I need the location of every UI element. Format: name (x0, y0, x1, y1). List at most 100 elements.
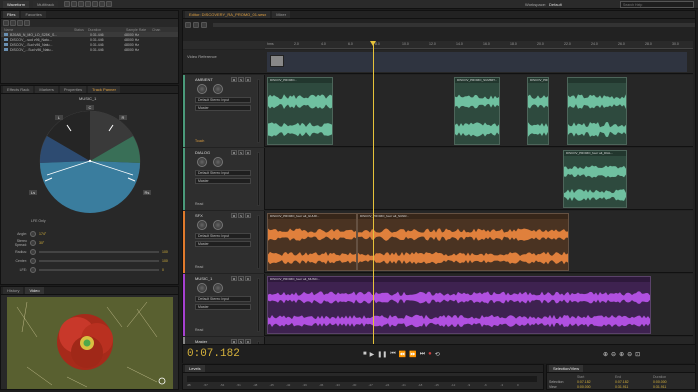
automation-mode[interactable]: Read (195, 202, 203, 206)
track-input-select[interactable]: Default Stereo Input (195, 296, 251, 302)
lasso-tool-icon[interactable] (99, 1, 105, 7)
track-input-select[interactable]: Default Stereo Input (195, 97, 251, 103)
track-name[interactable]: MUSIC_1 (195, 276, 212, 281)
move-tool-icon[interactable] (64, 1, 70, 7)
volume-knob[interactable] (197, 84, 207, 94)
arm-record-button[interactable]: R (245, 77, 251, 82)
play-icon[interactable]: ▶ (370, 351, 375, 358)
track-name[interactable]: AMBIENT (195, 77, 213, 82)
tab-favorites[interactable]: Favorites (21, 11, 46, 18)
solo-button[interactable]: S (238, 276, 244, 281)
audio-clip[interactable]: DISCOV_PROMO_fourr alt_DIAL... (563, 150, 627, 208)
zoom-in-time-icon[interactable]: ⊕ (619, 351, 624, 358)
audio-clip[interactable]: DISCOV_PROMO... (267, 77, 333, 145)
tab-waveform[interactable]: Waveform (3, 1, 30, 8)
rewind-icon[interactable]: ⏪ (399, 351, 406, 358)
selection-time-field[interactable]: 0:31.911 (653, 385, 691, 389)
record-icon[interactable]: ● (428, 351, 432, 358)
audio-clip[interactable]: DISCOV_PROMO_fourr alt_GUUR... (267, 213, 357, 271)
import-file-icon[interactable] (10, 20, 16, 26)
audio-clip[interactable] (567, 77, 627, 145)
close-file-icon[interactable] (24, 20, 30, 26)
loop-icon[interactable]: ⟲ (435, 351, 440, 358)
tab-video[interactable]: Video (25, 287, 44, 294)
panner-param-value[interactable]: 30° (39, 241, 44, 245)
file-row[interactable]: DISCOV_..sud v96_Natu... 0:31.446 48000 Hz (1, 37, 178, 42)
time-selection-tool-icon[interactable] (85, 1, 91, 7)
volume-knob[interactable] (197, 220, 207, 230)
zoom-full-icon[interactable]: ⊡ (635, 351, 640, 358)
mute-button[interactable]: M (231, 276, 237, 281)
selection-time-field[interactable]: 0:07.182 (615, 380, 653, 384)
volume-knob[interactable] (197, 157, 207, 167)
file-row[interactable]: DISCOV_...Sud v96_Natu... 0:31.446 48000 H… (1, 47, 178, 52)
playhead-handle[interactable] (370, 41, 376, 46)
col-sample-rate[interactable]: Sample Rate (126, 28, 152, 32)
selection-time-field[interactable]: 0:00.000 (653, 380, 691, 384)
search-help-input[interactable] (620, 1, 694, 8)
tab-multitrack[interactable]: Multitrack (33, 1, 59, 8)
audio-clip[interactable]: DISCOV_PROMO_fourr alt_SUNR... (357, 213, 569, 271)
arm-record-button[interactable]: R (245, 213, 251, 218)
panner-param-slider[interactable] (39, 268, 159, 271)
tab-files[interactable]: Files (3, 11, 20, 18)
panner-param-knob[interactable] (30, 239, 36, 246)
tab-editor[interactable]: Editor: DISCOVERY_RA_PROMO_01.sesx (185, 11, 271, 18)
pan-knob[interactable] (213, 84, 223, 94)
go-to-start-icon[interactable]: ⏮ (390, 351, 395, 358)
panner-param-knob[interactable] (30, 248, 36, 255)
track-output-select[interactable]: Master (195, 241, 251, 247)
file-row[interactable]: B20AB_N_MO_LO_S25K_S... 0:31.446 48000 Hz (1, 32, 178, 37)
tab-history[interactable]: History (3, 287, 24, 294)
video-reference-clip[interactable] (267, 52, 687, 72)
automation-mode[interactable]: Read (195, 265, 203, 269)
tab-levels[interactable]: Levels (185, 365, 205, 372)
panner-param-value[interactable]: 174° (39, 232, 46, 236)
automation-mode[interactable]: Read (195, 328, 203, 332)
solo-button[interactable]: S (238, 213, 244, 218)
track-input-select[interactable]: Default Stereo Input (195, 233, 251, 239)
razor-tool-icon[interactable] (71, 1, 77, 7)
overview-bar[interactable] (213, 23, 695, 27)
panner-param-knob[interactable] (30, 230, 36, 237)
zoom-out-amplitude-icon[interactable]: ⊖ (611, 351, 616, 358)
solo-button[interactable]: S (238, 150, 244, 155)
panner-param-knob[interactable] (30, 266, 36, 273)
selection-time-field[interactable]: 0:00.000 (577, 385, 615, 389)
pan-knob[interactable] (213, 157, 223, 167)
pan-knob[interactable] (213, 220, 223, 230)
col-duration[interactable]: Duration (88, 28, 126, 32)
slip-tool-icon[interactable] (78, 1, 84, 7)
panner-param-value[interactable]: 100 (162, 259, 168, 263)
audio-clip[interactable]: DISCOV_PROMO_fourr alt_MUSIC... (267, 276, 651, 334)
new-file-icon[interactable] (17, 20, 23, 26)
track-output-select[interactable]: Master (195, 304, 251, 310)
lfe-only-label[interactable]: LFE Only (31, 219, 46, 223)
surround-panner[interactable]: C L R Ls Rs (15, 103, 165, 221)
snap-icon[interactable] (193, 22, 199, 28)
tab-mixer[interactable]: Mixer (272, 11, 291, 18)
track-name[interactable]: SFX (195, 213, 203, 218)
stop-icon[interactable]: ■ (363, 351, 367, 358)
metronome-icon[interactable] (201, 22, 207, 28)
fast-forward-icon[interactable]: ⏩ (409, 351, 416, 358)
playhead[interactable] (373, 41, 374, 353)
workspace-select[interactable]: Default (549, 2, 562, 7)
panner-param-slider[interactable] (39, 250, 159, 253)
tab-markers[interactable]: Markers (35, 86, 58, 93)
track-name[interactable]: DIALOG (195, 150, 210, 155)
file-row[interactable]: DISCOV_..Sud v96_Natu... 0:31.446 48000 Hz (1, 42, 178, 47)
track-output-select[interactable]: Master (195, 178, 251, 184)
tab-track-panner[interactable]: Track Panner (88, 86, 120, 93)
selection-time-field[interactable]: 0:07.182 (577, 380, 615, 384)
track-output-select[interactable]: Master (195, 105, 251, 111)
zoom-in-amplitude-icon[interactable]: ⊕ (603, 351, 608, 358)
pause-icon[interactable]: ❚❚ (377, 351, 387, 358)
col-status[interactable]: Status (74, 28, 88, 32)
track-input-select[interactable]: Default Stereo Input (195, 170, 251, 176)
panner-param-knob[interactable] (30, 257, 36, 264)
panner-param-slider[interactable] (39, 259, 159, 262)
arm-record-button[interactable]: R (245, 150, 251, 155)
selection-time-field[interactable]: 0:31.911 (615, 385, 653, 389)
mute-button[interactable]: M (231, 213, 237, 218)
